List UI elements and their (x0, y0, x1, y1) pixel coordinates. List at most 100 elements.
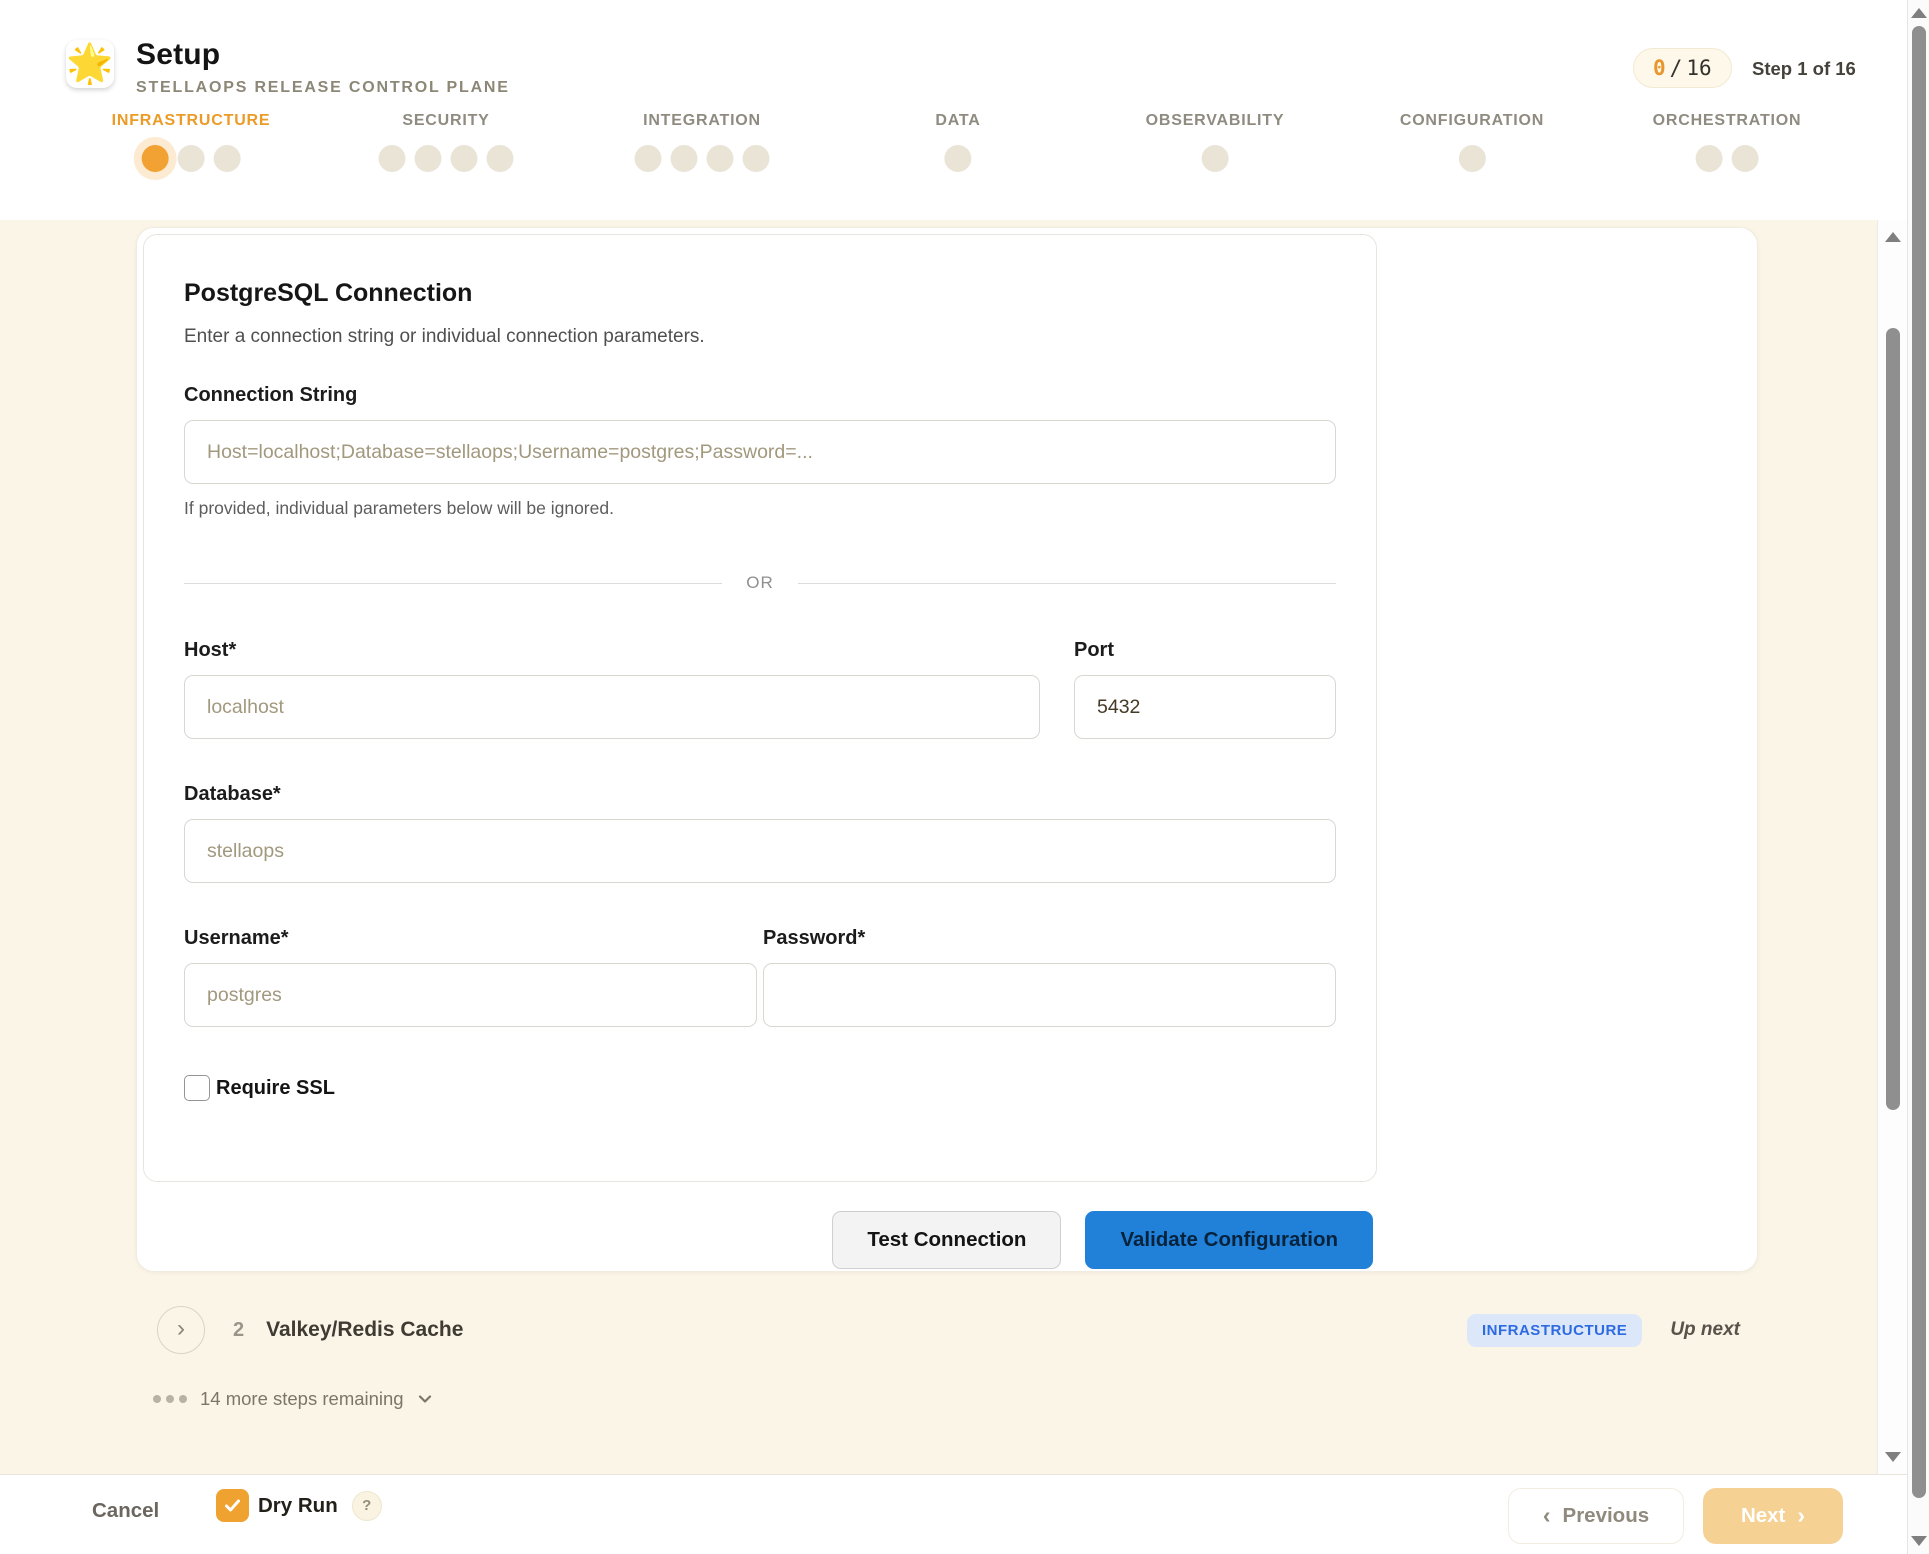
step-dot (451, 145, 478, 172)
step-dot (415, 145, 442, 172)
divider-text: OR (746, 573, 774, 593)
step-dot (1696, 145, 1723, 172)
footer: Cancel Dry Run ? ‹ Previous Next › (0, 1474, 1907, 1554)
postgresql-form-panel: PostgreSQL Connection Enter a connection… (143, 234, 1377, 1182)
scroll-up-icon[interactable] (1885, 232, 1901, 242)
validate-configuration-button[interactable]: Validate Configuration (1085, 1211, 1373, 1269)
require-ssl-checkbox[interactable] (184, 1075, 210, 1101)
chevron-right-icon: › (1797, 1504, 1805, 1529)
chevron-right-icon: › (177, 1317, 185, 1341)
step-group-label: SECURITY (379, 112, 514, 130)
step-group-label: OBSERVABILITY (1146, 112, 1285, 130)
cancel-button[interactable]: Cancel (92, 1499, 159, 1523)
chevron-down-icon (417, 1391, 433, 1407)
next-label: Next (1741, 1504, 1785, 1528)
host-label: Host* (184, 639, 1040, 662)
more-steps-label: 14 more steps remaining (200, 1388, 404, 1410)
progress-total: 16 (1686, 56, 1711, 80)
password-label: Password* (763, 927, 1336, 950)
divider-line-right (798, 583, 1336, 584)
title-block: Setup STELLAOPS RELEASE CONTROL PLANE (136, 38, 510, 97)
window-scrollbar-thumb[interactable] (1912, 26, 1926, 1498)
port-input[interactable] (1074, 675, 1336, 739)
divider-line-left (184, 583, 722, 584)
form-actions: Test Connection Validate Configuration (832, 1211, 1373, 1269)
step-dot (379, 145, 406, 172)
window-scrollbar (1907, 0, 1929, 1554)
window-scroll-down-icon[interactable] (1911, 1536, 1927, 1546)
step-dot (1732, 145, 1759, 172)
wizard-scroll-area: PostgreSQL Connection Enter a connection… (0, 220, 1877, 1474)
more-steps-expander[interactable]: 14 more steps remaining (153, 1388, 433, 1410)
scroll-down-icon[interactable] (1885, 1452, 1901, 1462)
database-label: Database* (184, 783, 1336, 806)
password-input[interactable] (763, 963, 1336, 1027)
step-group-label: CONFIGURATION (1400, 112, 1544, 130)
step-dot (1202, 145, 1229, 172)
step-group-label: DATA (935, 112, 980, 130)
form-description: Enter a connection string or individual … (184, 326, 1336, 348)
progress-current: 0 (1653, 56, 1666, 80)
window-scroll-up-icon[interactable] (1911, 8, 1927, 18)
header: 🌟 Setup STELLAOPS RELEASE CONTROL PLANE … (0, 0, 1907, 220)
step-dot (707, 145, 734, 172)
step-group-integration: INTEGRATION (635, 112, 770, 172)
page-title: Setup (136, 38, 510, 72)
username-label: Username* (184, 927, 757, 950)
step-dot (671, 145, 698, 172)
step-group-configuration: CONFIGURATION (1400, 112, 1544, 172)
step-group-orchestration: ORCHESTRATION (1653, 112, 1802, 172)
dry-run-label: Dry Run (258, 1494, 338, 1518)
ellipsis-dots-icon (153, 1395, 187, 1403)
stepper: INFRASTRUCTURE SECURITY INTEGRATION DATA OBS… (0, 112, 1907, 212)
step-dot (487, 145, 514, 172)
username-input[interactable] (184, 963, 757, 1027)
dry-run-checkbox[interactable] (216, 1489, 249, 1522)
step-group-label: INFRASTRUCTURE (112, 112, 271, 130)
connection-string-input[interactable] (184, 420, 1336, 484)
help-icon[interactable]: ? (352, 1491, 382, 1521)
content-scrollbar (1877, 220, 1907, 1474)
chevron-left-icon: ‹ (1543, 1504, 1551, 1529)
step-group-security: SECURITY (379, 112, 514, 172)
content-scrollbar-thumb[interactable] (1886, 328, 1900, 1110)
up-next-label: Up next (1670, 1319, 1740, 1341)
next-button[interactable]: Next › (1703, 1488, 1843, 1544)
step-dot (1458, 145, 1485, 172)
step-group-observability: OBSERVABILITY (1146, 112, 1285, 172)
progress-count-badge: 0 / 16 (1633, 48, 1732, 88)
port-label: Port (1074, 639, 1336, 662)
database-input[interactable] (184, 819, 1336, 883)
connection-string-label: Connection String (184, 384, 1336, 407)
next-step-number: 2 (233, 1319, 244, 1342)
progress-separator: / (1670, 56, 1683, 80)
or-divider: OR (184, 573, 1336, 593)
step-group-label: INTEGRATION (635, 112, 770, 130)
step-dot (178, 145, 205, 172)
page-subtitle: STELLAOPS RELEASE CONTROL PLANE (136, 79, 510, 97)
connection-string-helper: If provided, individual parameters below… (184, 498, 1336, 519)
expand-step-button[interactable]: › (157, 1306, 205, 1354)
require-ssl-label: Require SSL (214, 1077, 335, 1100)
test-connection-button[interactable]: Test Connection (832, 1211, 1061, 1269)
step-dot-active (142, 145, 169, 172)
step-group-label: ORCHESTRATION (1653, 112, 1802, 130)
step-dot (214, 145, 241, 172)
previous-label: Previous (1563, 1504, 1650, 1528)
step-dot (635, 145, 662, 172)
dry-run-control: Dry Run ? (216, 1489, 382, 1522)
previous-button[interactable]: ‹ Previous (1508, 1488, 1684, 1544)
host-input[interactable] (184, 675, 1040, 739)
app-logo-star-icon: 🌟 (66, 40, 114, 88)
step-card: PostgreSQL Connection Enter a connection… (136, 227, 1758, 1272)
step-counter: Step 1 of 16 (1752, 58, 1856, 80)
step-group-data: DATA (935, 112, 980, 172)
step-dot (944, 145, 971, 172)
check-icon (224, 1497, 241, 1514)
next-step-title: Valkey/Redis Cache (266, 1318, 463, 1342)
step-group-infrastructure: INFRASTRUCTURE (112, 112, 271, 172)
form-title: PostgreSQL Connection (184, 279, 1336, 308)
category-badge: INFRASTRUCTURE (1467, 1314, 1642, 1347)
step-dot (743, 145, 770, 172)
next-step-row: › 2 Valkey/Redis Cache INFRASTRUCTURE Up… (157, 1306, 1740, 1354)
